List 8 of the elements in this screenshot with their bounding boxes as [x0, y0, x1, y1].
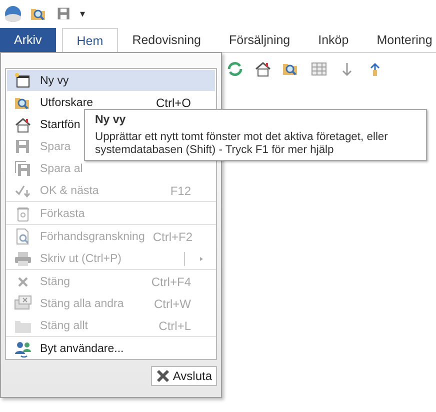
shortcut-label: Ctrl+L [158, 318, 191, 332]
shortcut-label: Ctrl+W [154, 296, 191, 310]
shortcut-label: F12 [170, 184, 191, 198]
tooltip-text: Upprättar ett nytt tomt fönster mot det aktiva företaget, eller systemdatabasen (Shift) - Tryck F1 för mer hjälp [95, 131, 389, 157]
shortcut-label: Ctrl+F4 [151, 274, 191, 288]
tooltip-title: Ny vy [95, 114, 127, 127]
shortcut-label: Ctrl+O [156, 96, 191, 110]
shortcut-label: Ctrl+F2 [152, 230, 193, 244]
